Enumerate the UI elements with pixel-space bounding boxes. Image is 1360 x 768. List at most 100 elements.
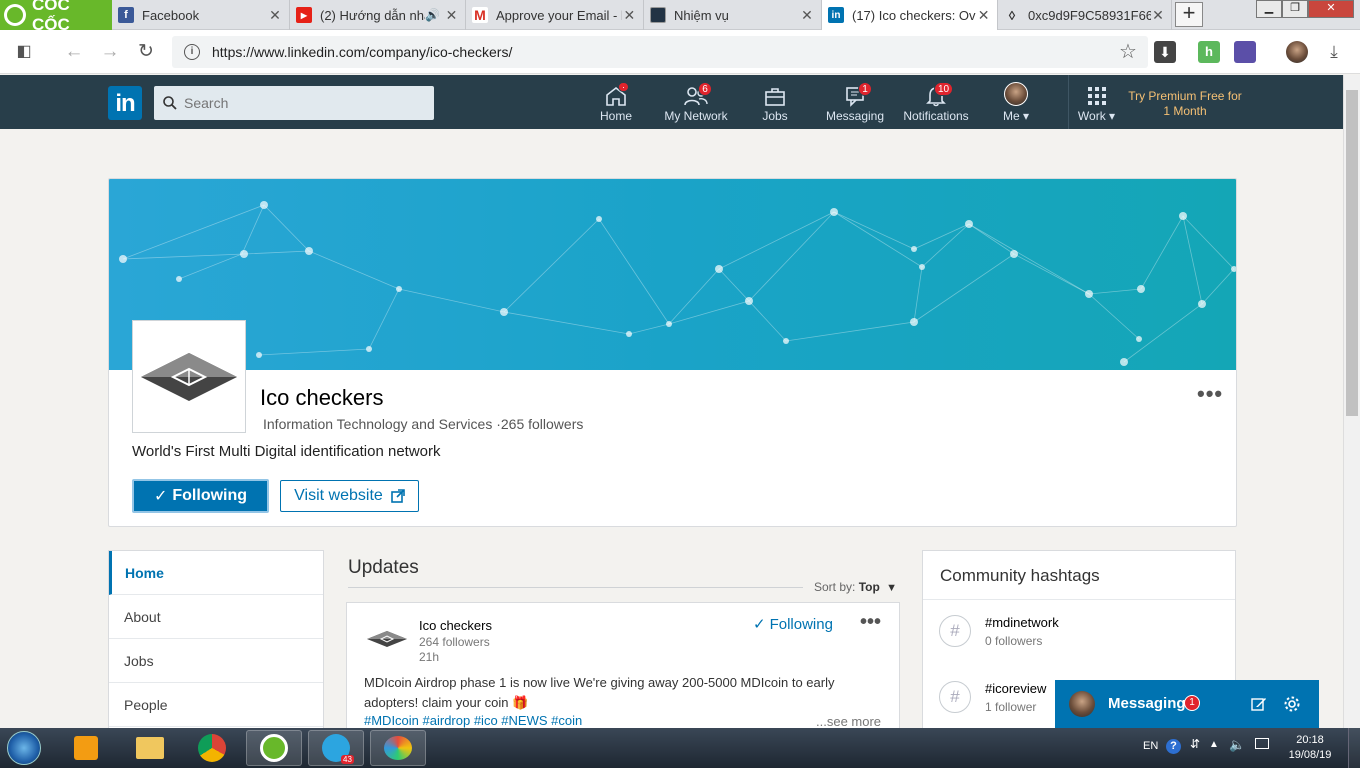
- green-extension-icon[interactable]: h: [1198, 41, 1220, 63]
- reload-button[interactable]: ↻: [134, 40, 158, 64]
- nav-work[interactable]: Work ▾: [1068, 75, 1124, 129]
- nav-label: Jobs: [762, 109, 788, 123]
- downloads-icon[interactable]: ⤓: [1322, 40, 1346, 64]
- taskbar-explorer[interactable]: [122, 730, 178, 766]
- try-premium-link[interactable]: Try Premium Free for 1 Month: [1128, 89, 1242, 119]
- speaker-icon[interactable]: 🔊: [425, 8, 440, 22]
- hashtag-row[interactable]: # #mdinetwork 0 followers: [939, 615, 1229, 665]
- company-logo: [132, 320, 246, 433]
- hashtag-name[interactable]: #icoreview: [985, 681, 1046, 696]
- following-button[interactable]: ✓ Following: [132, 479, 269, 513]
- company-card: Ico checkers Information Technology and …: [108, 178, 1237, 527]
- nav-jobs[interactable]: Jobs: [753, 75, 797, 129]
- nav-messaging[interactable]: Messaging 1: [822, 75, 888, 129]
- search-input[interactable]: [184, 95, 414, 111]
- info-icon[interactable]: i: [184, 44, 200, 60]
- company-section-nav: Home About Jobs People: [108, 550, 324, 730]
- coccoc-logo[interactable]: CỐC CỐC: [0, 0, 112, 34]
- forward-button[interactable]: →: [98, 40, 122, 64]
- tab-linkedin[interactable]: in (17) Ico checkers: Over ✕: [822, 0, 998, 30]
- download-extension-icon[interactable]: ⬇: [1154, 41, 1176, 63]
- close-tab-icon[interactable]: ✕: [976, 7, 991, 24]
- folder-icon: [136, 737, 164, 759]
- post-hashtags[interactable]: #MDIcoin #airdrop #ico #NEWS #coin: [364, 713, 582, 728]
- tab-nhiem-vu[interactable]: Nhiệm vụ ✕: [644, 0, 822, 30]
- checkmark-icon: ✓: [753, 616, 766, 633]
- scrollbar-thumb[interactable]: [1346, 90, 1358, 416]
- see-more-link[interactable]: ...see more: [816, 714, 881, 729]
- section-nav-home[interactable]: Home: [109, 551, 323, 595]
- new-tab-button[interactable]: +: [1175, 2, 1203, 27]
- back-button[interactable]: ←: [62, 40, 86, 64]
- site-icon: [650, 7, 666, 23]
- taskbar-paint[interactable]: [370, 730, 426, 766]
- close-tab-icon[interactable]: ✕: [444, 7, 459, 24]
- help-icon[interactable]: ?: [1166, 739, 1181, 754]
- tab-youtube[interactable]: ▶ (2) Hướng dẫn nhậ 🔊 ✕: [290, 0, 466, 30]
- section-nav-people[interactable]: People: [109, 683, 323, 727]
- start-button[interactable]: [2, 730, 46, 766]
- close-tab-icon[interactable]: ✕: [267, 7, 283, 24]
- tab-gmail[interactable]: M Approve your Email - k ✕: [466, 0, 644, 30]
- tab-title: 0xc9d9F9C58931F6689: [1028, 7, 1151, 23]
- browser-tab-bar: CỐC CỐC f Facebook ✕ ▶ (2) Hướng dẫn nhậ…: [0, 0, 1360, 34]
- sort-dropdown[interactable]: Sort by: Top ▼: [814, 580, 897, 594]
- minimize-button[interactable]: ▁: [1256, 0, 1282, 18]
- gear-icon[interactable]: [1283, 695, 1301, 713]
- language-indicator[interactable]: EN: [1143, 740, 1158, 752]
- linkedin-logo[interactable]: in: [108, 86, 142, 120]
- checkmark-icon: ✓: [153, 488, 168, 505]
- messaging-overlay-bar[interactable]: Messaging 1: [1055, 680, 1319, 728]
- purple-extension-icon[interactable]: [1234, 41, 1256, 63]
- taskbar-chrome[interactable]: [184, 730, 240, 766]
- volume-icon[interactable]: 🔈: [1229, 737, 1245, 753]
- nav-me[interactable]: Me ▾: [996, 75, 1036, 129]
- nav-label: Messaging: [825, 109, 885, 123]
- close-tab-icon[interactable]: ✕: [1151, 7, 1165, 24]
- search-icon: [163, 96, 177, 110]
- briefcase-icon: [765, 88, 785, 106]
- notification-dot: ·: [618, 82, 629, 92]
- compose-icon[interactable]: [1251, 696, 1267, 712]
- company-industry-followers: Information Technology and Services ·265…: [263, 416, 584, 432]
- messaging-badge: 1: [1184, 695, 1200, 711]
- sidebar-toggle-icon[interactable]: ◧: [12, 40, 36, 64]
- hashtag-followers: 1 follower: [985, 700, 1037, 714]
- hashtag-name[interactable]: #mdinetwork: [985, 615, 1059, 630]
- nav-notifications[interactable]: Notifications 10: [898, 75, 974, 129]
- taskbar-media-player[interactable]: [58, 730, 114, 766]
- section-nav-jobs[interactable]: Jobs: [109, 639, 323, 683]
- show-hidden-icons[interactable]: ▲: [1209, 739, 1219, 750]
- media-player-icon: [74, 736, 98, 760]
- nav-home[interactable]: Home ·: [592, 75, 640, 129]
- hashtag-followers: 0 followers: [985, 634, 1043, 648]
- taskbar-coccoc[interactable]: [246, 730, 302, 766]
- close-window-button[interactable]: ✕: [1308, 0, 1354, 18]
- system-clock[interactable]: 20:18 19/08/19: [1280, 733, 1340, 763]
- search-box[interactable]: [154, 86, 434, 120]
- url-field[interactable]: i https://www.linkedin.com/company/ico-c…: [172, 36, 1148, 68]
- linkedin-header: in Home · My Network 6 Jobs Messaging 1 …: [0, 75, 1343, 129]
- tab-etherscan[interactable]: ◊ 0xc9d9F9C58931F6689 ✕: [998, 0, 1172, 30]
- show-desktop-button[interactable]: [1348, 728, 1360, 768]
- close-tab-icon[interactable]: ✕: [622, 7, 637, 24]
- post-following-button[interactable]: ✓ Following: [753, 615, 833, 633]
- network-tray-icon[interactable]: [1255, 738, 1269, 749]
- tab-facebook[interactable]: f Facebook ✕: [112, 0, 290, 30]
- close-tab-icon[interactable]: ✕: [799, 7, 815, 24]
- restore-button[interactable]: ❐: [1282, 0, 1308, 18]
- post-author-name[interactable]: Ico checkers: [419, 618, 492, 633]
- tray-device-icon[interactable]: ⇵: [1190, 737, 1200, 751]
- post-more-options-icon[interactable]: •••: [860, 611, 881, 634]
- caret-down-icon: ▼: [886, 582, 898, 594]
- bookmark-star-icon[interactable]: ☆: [1116, 40, 1140, 64]
- nav-my-network[interactable]: My Network 6: [660, 75, 732, 129]
- visit-website-button[interactable]: Visit website: [280, 480, 419, 512]
- company-name: Ico checkers: [260, 385, 384, 410]
- profile-avatar[interactable]: [1286, 41, 1308, 63]
- more-options-icon[interactable]: •••: [1197, 381, 1223, 407]
- section-nav-about[interactable]: About: [109, 595, 323, 639]
- taskbar-telegram[interactable]: 43: [308, 730, 364, 766]
- url-text: https://www.linkedin.com/company/ico-che…: [212, 44, 513, 60]
- post-author-logo[interactable]: [365, 627, 409, 651]
